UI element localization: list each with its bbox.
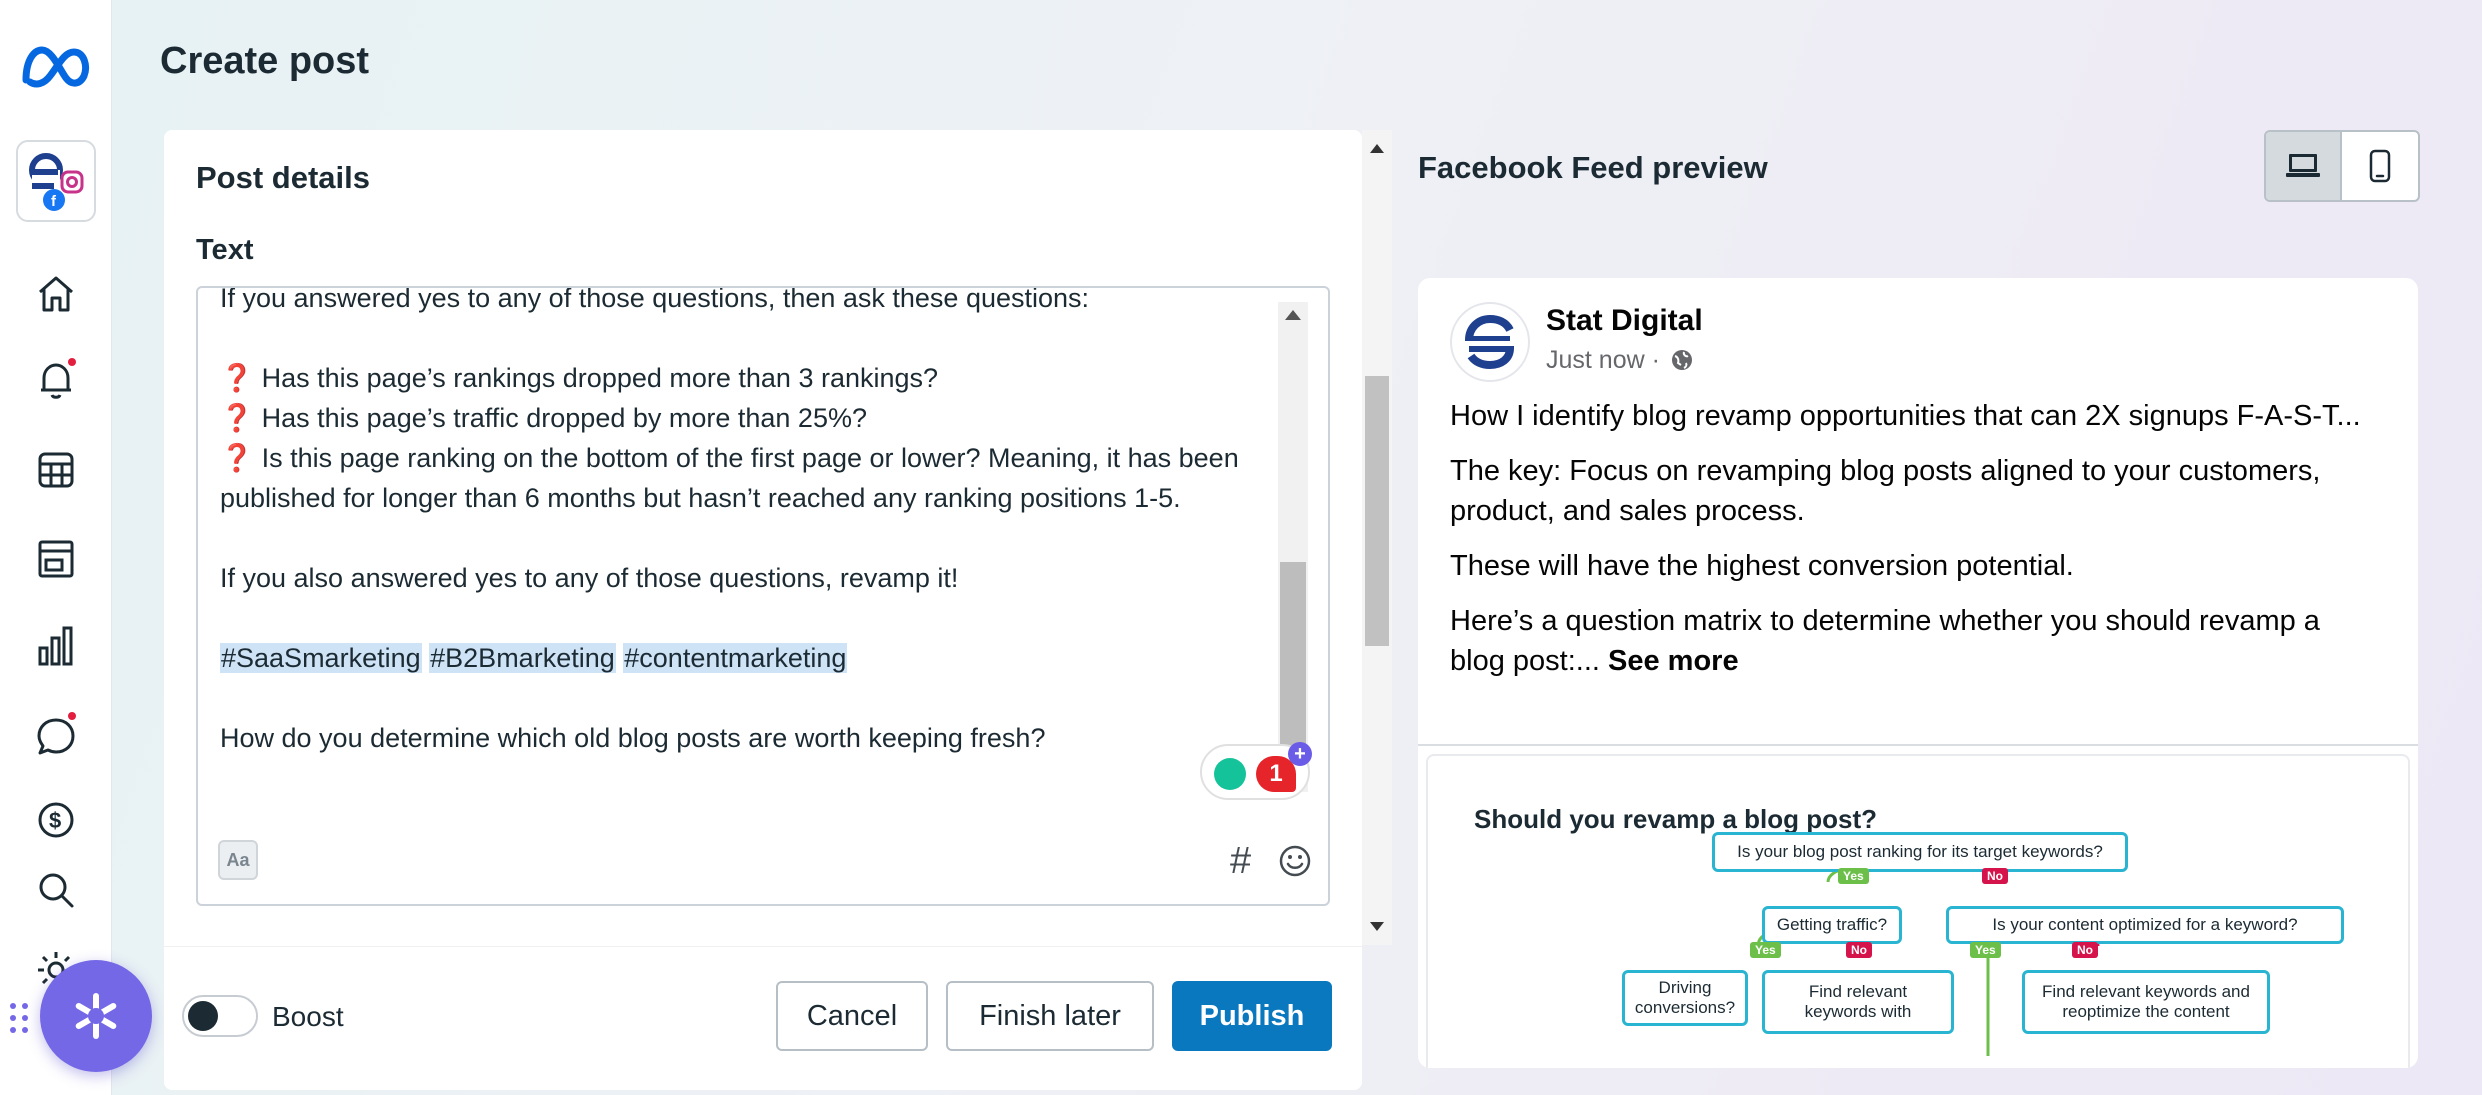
post-paragraph: How I identify blog revamp opportunities… xyxy=(1450,400,2361,432)
assistant-launcher-button[interactable] xyxy=(40,960,152,1072)
editor-line: If you also answered yes to any of those… xyxy=(220,563,959,593)
preview-title: Facebook Feed preview xyxy=(1418,150,1768,185)
inbox-badge xyxy=(66,710,78,722)
drag-handle-icon[interactable] xyxy=(8,1000,32,1036)
monetization-icon[interactable]: $ xyxy=(32,796,80,844)
editor-line: If you answered yes to any of those ques… xyxy=(220,286,1090,313)
question-mark-icon: ❓ xyxy=(220,363,254,393)
finish-later-button[interactable]: Finish later xyxy=(946,981,1154,1051)
editor-line xyxy=(220,678,1270,718)
notifications-badge xyxy=(66,356,78,368)
editor-line xyxy=(220,518,1270,558)
left-navigation-rail: f $ xyxy=(0,0,112,1095)
divider xyxy=(1418,744,2418,746)
post-image[interactable]: Should you revamp a blog post? Is your b… xyxy=(1426,754,2410,1068)
hashtag[interactable]: #SaaSmarketing xyxy=(220,643,422,673)
hashtag-button[interactable]: # xyxy=(1230,840,1251,883)
details-panel-scroll-thumb[interactable] xyxy=(1365,376,1389,646)
flowchart-node: Is your content optimized for a keyword? xyxy=(1946,906,2344,944)
post-paragraph: Here’s a question matrix to determine wh… xyxy=(1450,605,2320,677)
insights-icon[interactable] xyxy=(32,622,80,670)
hashtag-line: #SaaSmarketing #B2Bmarketing #contentmar… xyxy=(220,638,1270,678)
see-more-link[interactable]: See more xyxy=(1608,645,1739,677)
no-label: No xyxy=(1846,942,1872,958)
editor-line xyxy=(220,318,1270,358)
post-body: How I identify blog revamp opportunities… xyxy=(1450,396,2380,696)
meta-logo-icon[interactable] xyxy=(20,40,92,92)
svg-text:$: $ xyxy=(49,808,61,833)
text-field-label: Text xyxy=(196,234,254,266)
page-name: Stat Digital xyxy=(1546,304,1703,337)
flowchart-node: Is your blog post ranking for its target… xyxy=(1712,832,2128,872)
search-icon[interactable] xyxy=(32,866,80,914)
desktop-preview-button[interactable] xyxy=(2266,132,2343,200)
desktop-icon xyxy=(2286,154,2320,177)
post-timestamp: Just now · xyxy=(1546,346,1660,374)
stat-digital-logo-icon xyxy=(1460,314,1520,370)
page-avatar xyxy=(1450,302,1530,382)
globe-icon xyxy=(1672,350,1692,370)
question-mark-icon: ❓ xyxy=(220,443,254,473)
yes-label: Yes xyxy=(1750,942,1781,958)
yes-label: Yes xyxy=(1838,868,1869,884)
flowchart-node: Driving conversions? xyxy=(1622,970,1748,1026)
editor-line: ❓ Is this page ranking on the bottom of t… xyxy=(220,443,1239,513)
boost-toggle[interactable] xyxy=(182,995,258,1037)
scroll-down-arrow-icon[interactable] xyxy=(1370,922,1384,931)
mobile-preview-button[interactable] xyxy=(2342,132,2418,200)
question-mark-icon: ❓ xyxy=(220,403,254,433)
home-icon[interactable] xyxy=(32,270,80,318)
preview-device-toggle xyxy=(2264,130,2420,202)
flowchart-node: Getting traffic? xyxy=(1762,906,1902,944)
post-details-title: Post details xyxy=(196,160,370,195)
flowchart-node: Find relevant keywords with xyxy=(1762,970,1954,1034)
planner-icon[interactable] xyxy=(32,446,80,494)
hashtag[interactable]: #contentmarketing xyxy=(623,643,848,673)
details-panel-scrollbar[interactable] xyxy=(1362,130,1392,945)
boost-toggle-knob xyxy=(188,1001,218,1031)
post-text-content[interactable]: If you answered yes to any of those ques… xyxy=(220,286,1270,758)
editor-line: ❓ Has this page’s rankings dropped more t… xyxy=(220,363,939,393)
scroll-up-arrow-icon[interactable] xyxy=(1285,310,1301,320)
no-label: No xyxy=(2072,942,2098,958)
plus-icon[interactable]: + xyxy=(1288,742,1312,766)
asterisk-icon xyxy=(75,993,117,1039)
editor-line: How do you determine which old blog post… xyxy=(220,723,1046,753)
facebook-post-preview: Stat Digital Just now · How I identify b… xyxy=(1418,278,2418,1068)
editor-line xyxy=(220,598,1270,638)
text-format-button[interactable]: Aa xyxy=(218,840,258,880)
editor-scrollbar[interactable] xyxy=(1278,302,1308,792)
page-title: Create post xyxy=(160,40,370,82)
yes-label: Yes xyxy=(1970,942,2001,958)
boost-label: Boost xyxy=(272,1001,344,1032)
post-text-editor[interactable]: If you answered yes to any of those ques… xyxy=(196,286,1330,906)
editor-scroll-thumb[interactable] xyxy=(1280,562,1306,772)
no-label: No xyxy=(1982,868,2008,884)
hashtag[interactable]: #B2Bmarketing xyxy=(429,643,616,673)
action-footer: Boost Cancel Finish later Publish xyxy=(164,946,1362,1084)
lightbulb-icon[interactable] xyxy=(1214,758,1246,790)
publish-button[interactable]: Publish xyxy=(1172,981,1332,1051)
emoji-icon[interactable] xyxy=(1278,844,1312,878)
content-icon[interactable] xyxy=(32,534,80,582)
mobile-icon xyxy=(2369,149,2391,183)
grammar-assistant-widget[interactable]: 1 + xyxy=(1200,742,1312,800)
cancel-button[interactable]: Cancel xyxy=(776,981,928,1051)
post-paragraph: The key: Focus on revamping blog posts a… xyxy=(1450,455,2321,527)
flowchart-node: Find relevant keywords and reoptimize th… xyxy=(2022,970,2270,1034)
account-avatar[interactable]: f xyxy=(16,140,96,222)
account-logo-icon: f xyxy=(29,153,84,211)
scroll-up-arrow-icon[interactable] xyxy=(1370,144,1384,153)
post-paragraph: These will have the highest conversion p… xyxy=(1450,550,2074,582)
editor-line: ❓ Has this page’s traffic dropped by more… xyxy=(220,403,867,433)
